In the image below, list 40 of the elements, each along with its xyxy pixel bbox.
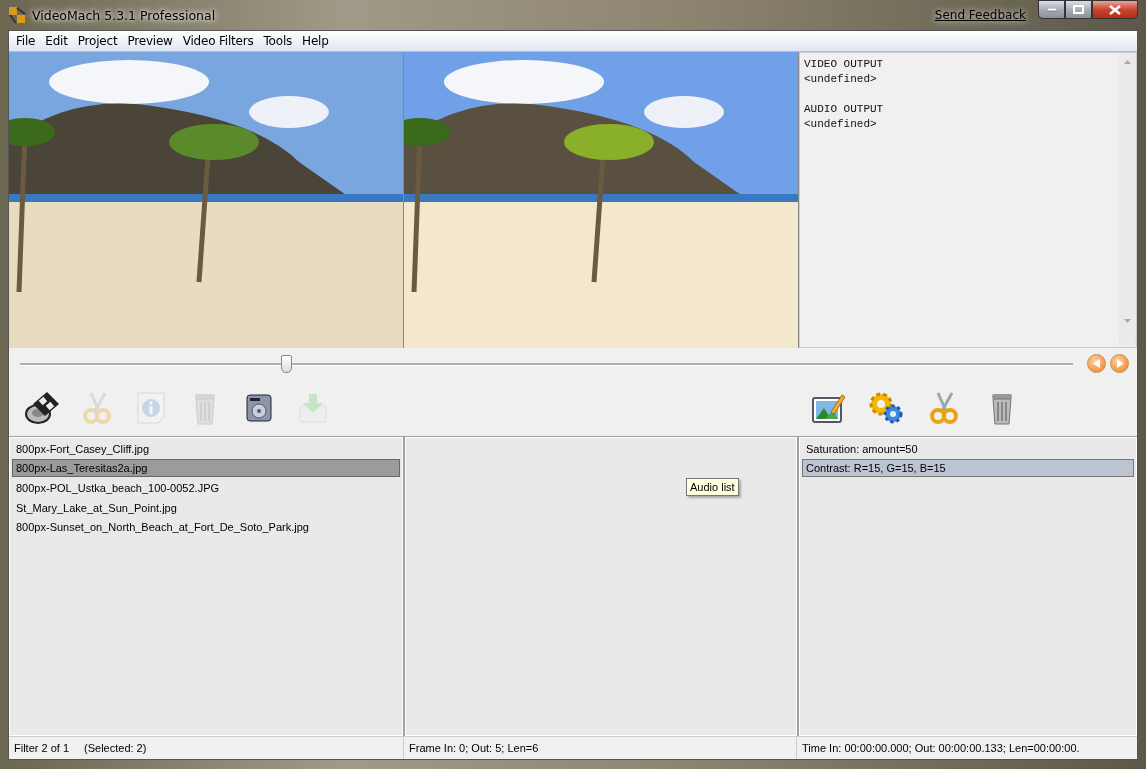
right-arrow-icon — [1115, 359, 1124, 369]
output-heading: AUDIO OUTPUT — [804, 101, 885, 117]
tooltip: Audio list — [686, 477, 739, 496]
app-logo-icon — [8, 6, 26, 24]
menu-item[interactable]: Preview — [122, 33, 178, 48]
maximize-button[interactable] — [1065, 0, 1092, 19]
list-item[interactable]: 800px-POL_Ustka_beach_100-0052.JPG — [12, 478, 400, 497]
menu-item[interactable]: Tools — [258, 33, 298, 48]
list-item[interactable]: 800px-Fort_Casey_Cliff.jpg — [12, 439, 400, 458]
status-text: Time In: 00:00:00.000; Out: 00:00:00.133; Len=00:00:00. — [802, 742, 1080, 754]
slider-thumb[interactable] — [281, 354, 293, 373]
status-text: Filter 2 of 1 — [14, 742, 70, 754]
output-value: <undefined> — [804, 116, 878, 132]
maximize-icon — [1073, 5, 1084, 14]
left-arrow-icon — [1092, 359, 1101, 369]
previous-frame-button[interactable] — [1087, 354, 1106, 374]
minimize-button[interactable] — [1038, 0, 1065, 19]
gears-icon[interactable] — [868, 390, 904, 425]
status-detail: (Selected: 2) — [84, 742, 147, 754]
close-button[interactable] — [1092, 0, 1138, 19]
output-heading: VIDEO OUTPUT — [804, 56, 885, 72]
list-item[interactable]: St_Mary_Lake_at_Sun_Point.jpg — [12, 498, 400, 517]
list-item[interactable]: Saturation: amount=50 — [802, 439, 1134, 458]
vertical-scrollbar[interactable] — [1119, 52, 1136, 330]
list-item[interactable]: 800px-Sunset_on_North_Beach_at_Fort_De_Soto_Park.jpg — [12, 518, 400, 537]
status-text: Frame In: 0; Out: 5; Len=6 — [409, 742, 539, 754]
close-icon — [1109, 4, 1121, 15]
film-icon[interactable] — [23, 389, 61, 426]
minimize-icon — [1046, 7, 1057, 12]
menu-item[interactable]: File — [11, 33, 41, 48]
window-title: VideoMach 5.3.1 Professional — [32, 7, 217, 23]
send-feedback-link[interactable]: Send Feedback — [934, 8, 1026, 22]
menu-item[interactable]: Project — [72, 33, 123, 48]
menu-item[interactable]: Edit — [40, 33, 73, 48]
next-frame-button[interactable] — [1110, 354, 1129, 374]
output-value: <undefined> — [804, 71, 878, 87]
menu-item[interactable]: Help — [297, 33, 334, 48]
list-item[interactable]: 800px-Las_Teresitas2a.jpg — [12, 459, 400, 478]
menu-item[interactable]: Video Filters — [177, 33, 259, 48]
list-item[interactable]: Contrast: R=15, G=15, B=15 — [802, 459, 1134, 478]
